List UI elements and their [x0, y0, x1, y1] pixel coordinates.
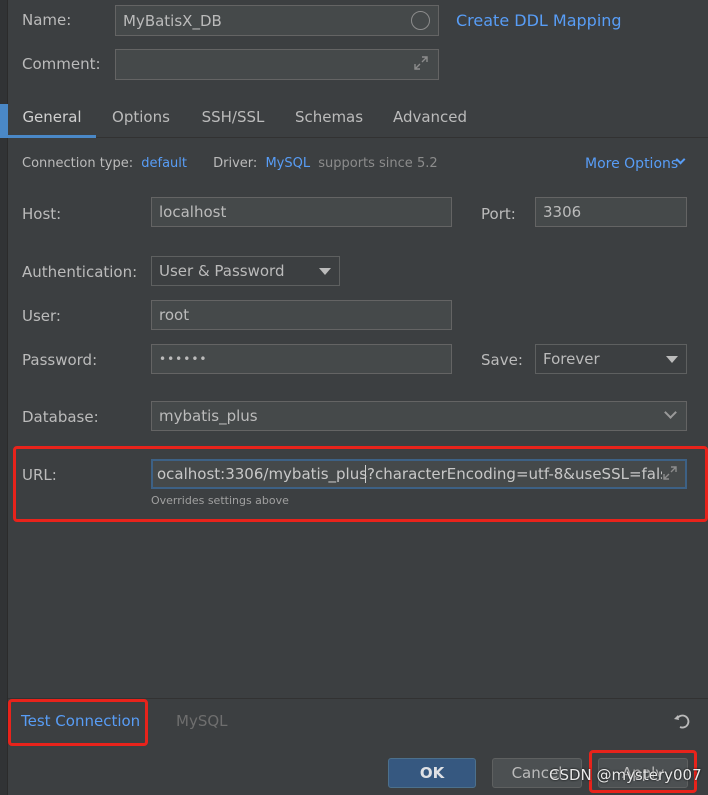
more-options-label: More Options — [585, 156, 679, 172]
more-options-button[interactable]: More Options — [585, 156, 678, 172]
database-value: mybatis_plus — [159, 407, 258, 425]
authentication-dropdown[interactable]: User & Password — [151, 256, 340, 286]
host-value: localhost — [159, 203, 227, 221]
tab-selection-marker — [0, 104, 8, 138]
name-label: Name: — [22, 11, 72, 29]
revert-icon[interactable] — [673, 712, 691, 730]
connection-type-label: Connection type: — [22, 156, 134, 171]
comment-field[interactable] — [115, 49, 439, 80]
expand-icon[interactable] — [413, 55, 429, 71]
driver-link[interactable]: MySQL — [265, 156, 310, 171]
user-input[interactable]: root — [151, 300, 452, 330]
password-label: Password: — [22, 351, 98, 369]
password-value: •••••• — [159, 352, 208, 366]
url-input[interactable]: ocalhost:3306/mybatis_plus?characterEnco… — [151, 459, 687, 489]
authentication-label: Authentication: — [22, 263, 138, 281]
dropdown-arrow-icon — [666, 356, 678, 363]
driver-label: Driver: — [213, 156, 258, 171]
save-dropdown[interactable]: Forever — [535, 344, 687, 374]
save-label: Save: — [481, 351, 523, 369]
comment-label: Comment: — [22, 55, 101, 73]
user-value: root — [159, 306, 190, 324]
ok-label: OK — [419, 764, 445, 782]
connection-type-link[interactable]: default — [141, 156, 187, 171]
port-label: Port: — [481, 205, 516, 223]
expand-icon[interactable] — [662, 465, 678, 481]
tab-advanced[interactable]: Advanced — [388, 100, 472, 138]
host-input[interactable]: localhost — [151, 197, 452, 227]
tab-bar: General Options SSH/SSL Schemas Advanced — [8, 100, 708, 138]
save-value: Forever — [543, 350, 600, 368]
test-connection-link[interactable]: Test Connection — [21, 712, 140, 730]
tab-schemas[interactable]: Schemas — [290, 100, 368, 138]
database-combobox[interactable]: mybatis_plus — [151, 401, 687, 431]
tab-general[interactable]: General — [8, 100, 96, 138]
create-ddl-mapping-link[interactable]: Create DDL Mapping — [456, 11, 622, 30]
left-panel-strip — [0, 0, 8, 795]
driver-name-label: MySQL — [176, 712, 228, 730]
watermark: CSDN @mystery007 — [549, 766, 702, 784]
text-cursor — [365, 465, 366, 483]
name-field[interactable]: MyBatisX_DB — [115, 5, 439, 36]
name-value: MyBatisX_DB — [123, 11, 222, 30]
authentication-value: User & Password — [159, 262, 285, 280]
host-label: Host: — [22, 205, 62, 223]
color-circle-icon[interactable] — [411, 11, 430, 30]
url-label: URL: — [22, 466, 57, 484]
port-input[interactable]: 3306 — [535, 197, 687, 227]
tab-options[interactable]: Options — [104, 100, 178, 138]
driver-note: supports since 5.2 — [318, 156, 438, 171]
url-value: ocalhost:3306/mybatis_plus?characterEnco… — [157, 465, 678, 483]
dropdown-arrow-icon — [319, 268, 331, 275]
tab-ssh-ssl[interactable]: SSH/SSL — [194, 100, 272, 138]
password-input[interactable]: •••••• — [151, 344, 452, 374]
port-value: 3306 — [543, 203, 582, 221]
database-label: Database: — [22, 408, 99, 426]
user-label: User: — [22, 307, 61, 325]
url-hint: Overrides settings above — [151, 494, 289, 507]
connection-info-row: Connection type: default Driver: MySQL s… — [22, 156, 438, 171]
ok-button[interactable]: OK — [388, 758, 476, 788]
